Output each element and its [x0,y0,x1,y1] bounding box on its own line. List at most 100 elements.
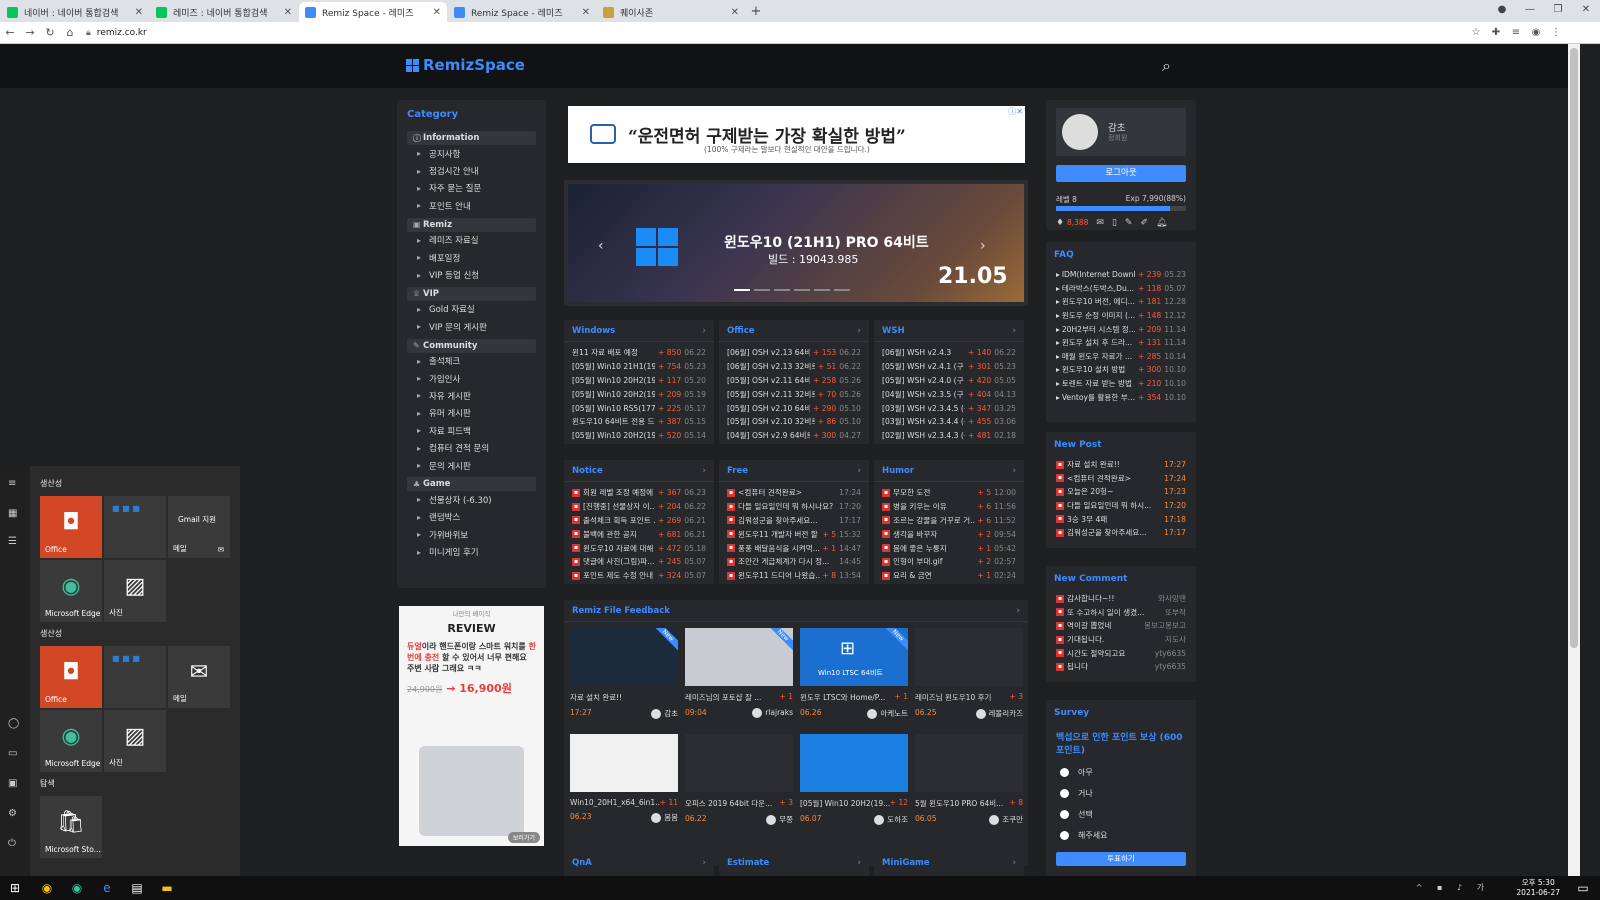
hamburger-icon[interactable]: ≡ [8,478,16,489]
minimize-button[interactable]: — [1516,0,1544,20]
tiles-icon[interactable]: ▦ [8,508,17,519]
all-apps-icon[interactable]: ☰ [8,536,17,547]
list-item[interactable]: ▪ 됩니다 yty6635 [1046,660,1196,674]
list-item[interactable]: ▸ IDM(Internet Downl... + 239 05.23 [1046,268,1196,282]
board-row[interactable]: [05월] Win10 21H1(1904...+ 75405.23 [564,360,714,374]
chrome-icon[interactable]: ◉ [38,879,56,897]
clock[interactable]: 오후 5:30 2021-06-27 [1516,878,1560,898]
browser-tab[interactable]: 퀘이사존 ✕ [597,2,745,22]
chevron-right-icon[interactable]: › [1012,858,1016,868]
list-item[interactable]: ▪ 김워성군을 찾아주세요... 17:17 [1046,526,1196,540]
category-item[interactable]: ▸ VIP 문의 게시판 [397,318,546,335]
board-row[interactable]: [04월] OSH v2.9 64비트 ...+ 30004.27 [719,429,869,443]
list-item[interactable]: ▸ 윈도우10 설치 방법 + 300 10.10 [1046,363,1196,377]
category-item[interactable]: ▸ 유머 게시판 [397,405,546,422]
feedback-thumbnail[interactable]: Win10 LTSC 64비트 ⊞ New [800,628,908,686]
list-item[interactable]: ▪ 또 수고하시 일이 생겼... 또부작 [1046,606,1196,620]
board-row[interactable]: ▪ 회원 레벨 조정 예정에 ... + 367 06.23 [564,486,714,500]
board-row[interactable]: ▪ 몸에 좋은 누룽지 + 1 05:42 [874,541,1024,555]
list-item[interactable]: ▪ 역이갈 뽑었네 봉보고봉보고 [1046,619,1196,633]
feedback-thumbnail[interactable] [915,628,1023,686]
prev-arrow-icon[interactable]: ‹ [598,238,604,254]
board-row[interactable]: ▪ 김워성군을 찾아주세요... 17:17 [719,514,869,528]
feedback-thumbnail[interactable] [800,734,908,792]
documents-icon[interactable]: ▭ [8,748,17,759]
chevron-right-icon[interactable]: › [702,326,706,336]
close-tab-icon[interactable]: ✕ [433,7,441,18]
radio-icon[interactable] [1060,810,1069,819]
board-row[interactable]: [05월] Win10 20H2(1904...+ 52005.14 [564,429,714,443]
office-apps-tile-2[interactable]: ■ ■ ■ [104,646,166,708]
system-tray-icons[interactable]: ^ ▪ ♪ 가 [1416,882,1490,893]
profile-icon[interactable]: ● [1488,0,1516,20]
list-item[interactable]: ▸ 20H2부터 시스템 정... + 209 11.14 [1046,322,1196,336]
feedback-item[interactable]: New 자료 설치 완료!! 17:27 감초 [570,628,678,728]
chevron-right-icon[interactable]: › [1012,326,1016,336]
office-apps-tile[interactable]: ■ ■ ■ [104,496,166,558]
survey-option[interactable]: 아무 [1046,762,1196,783]
category-group[interactable]: ✎ Community [407,338,536,353]
board-row[interactable]: ▪ 출석체크 획득 포인트 ... + 269 06.21 [564,514,714,528]
mail-tile[interactable]: ✉ 메일 [168,646,230,708]
feedback-item[interactable]: 5월 윈도우10 PRO 64비... + 8 06.05 조쿠만 [915,734,1023,834]
board-row[interactable]: ▪ 무모한 도전 + 5 12:00 [874,486,1024,500]
board-row[interactable]: [05월] OSH v2.11 64비트 ...+ 25805.26 [719,374,869,388]
pictures-icon[interactable]: ▣ [8,778,17,789]
board-row[interactable]: ▪ 조만간 게급체계가 다시 정... 14:45 [719,555,869,569]
feedback-item[interactable]: Win10_20H1_x64_6in1... + 11 06.23 봄봄 [570,734,678,834]
survey-option[interactable]: 해주세요 [1046,825,1196,846]
category-item[interactable]: ▸ 선물상자 (-6.30) [397,491,546,508]
list-item[interactable]: ▸ 테라박스(두박스,Du... + 118 05.07 [1046,282,1196,296]
page-scrollbar[interactable] [1568,44,1580,876]
board-row[interactable]: ▪ [진행중] 선물상자 이... + 204 06.22 [564,500,714,514]
chevron-right-icon[interactable]: › [702,466,706,476]
bookmark-star-icon[interactable]: ☆ [1466,27,1486,38]
category-item[interactable]: ▸ 랜덤박스 [397,509,546,526]
list-item[interactable]: ▸ 윈도우 순정 이미지 (... + 148 12.12 [1046,309,1196,323]
survey-option[interactable]: 선택 [1046,804,1196,825]
menu-icon[interactable]: ⋮ [1546,27,1566,38]
carousel-dots[interactable] [734,289,850,291]
board-row[interactable]: [05월] OSH v2.10 64비트 ...+ 29005.10 [719,401,869,415]
explorer-icon[interactable]: ▬ [158,879,176,897]
list-item[interactable]: ▪ 기대됩니다. 지도사 [1046,633,1196,647]
board-row[interactable]: [05월] WSH v2.4.1 (구 윈...+ 30105.23 [874,360,1024,374]
category-item[interactable]: ▸ 자주 묻는 질문 [397,180,546,197]
board-row[interactable]: [05월] Win10 20H2(1904...+ 11705.20 [564,374,714,388]
reading-list-icon[interactable]: ≡ [1506,27,1526,38]
settings-gear-icon[interactable]: ⚙ [8,808,17,819]
feedback-thumbnail[interactable]: New [685,628,793,686]
scrap-icon[interactable]: ▯ [1112,218,1117,228]
edge-tile-2[interactable]: ◉ Microsoft Edge [40,710,102,772]
board-row[interactable]: [05월] Win10 20H2(1904...+ 20905.19 [564,387,714,401]
board-row[interactable]: [04월] WSH v2.3.5 (구 윈...+ 40404.13 [874,387,1024,401]
category-item[interactable]: ▸ 컴퓨터 견적 문의 [397,439,546,456]
list-item[interactable]: ▸ 매월 윈도우 자료가 ... + 285 10.14 [1046,350,1196,364]
close-tab-icon[interactable]: ✕ [582,7,590,18]
board-row[interactable]: [05월] OSH v2.10 32비트 (...+ 8605.10 [719,415,869,429]
board-row[interactable]: [02월] WSH v2.3.4.3 (구 ...+ 48102.18 [874,429,1024,443]
forward-icon[interactable]: → [20,26,40,39]
chevron-right-icon[interactable]: › [702,858,706,868]
back-icon[interactable]: ← [0,26,20,39]
browser-tab[interactable]: Remiz Space - 레미즈 ✕ [299,2,447,22]
chevron-right-icon[interactable]: › [857,466,861,476]
category-group[interactable]: ♣ Game [407,477,536,492]
category-item[interactable]: ▸ 문의 게시판 [397,457,546,474]
category-group[interactable]: ♕ VIP [407,286,536,301]
notepad-icon[interactable]: ▤ [128,879,146,897]
close-tab-icon[interactable]: ✕ [135,7,143,18]
list-item[interactable]: ▪ 다들 일요일인데 뭐 하시... 17:20 [1046,499,1196,513]
board-row[interactable]: ▪ 윈도우11 개발자 버전 할 ... + 5 15:32 [719,527,869,541]
feedback-thumbnail[interactable] [570,734,678,792]
ad-more-button[interactable]: 보러가기 [507,832,540,843]
ie-icon[interactable]: e [98,879,116,897]
photos-tile[interactable]: ▨ 사진 [104,560,166,622]
side-advertisement[interactable]: 나만의 베이직 REVIEW 듀얼이라 핸드폰이랑 스마트 워치를 한번에 충전… [399,606,544,846]
ad-close-icon[interactable]: ⓘ✕ [1008,106,1023,117]
restore-button[interactable]: ❐ [1544,0,1572,20]
close-tab-icon[interactable]: ✕ [284,7,292,18]
list-item[interactable]: ▪ 3승 3무 4패 17:18 [1046,512,1196,526]
feedback-item[interactable]: [05월] Win10 20H2(19... + 12 06.07 도하조 [800,734,908,834]
close-tab-icon[interactable]: ✕ [731,7,739,18]
